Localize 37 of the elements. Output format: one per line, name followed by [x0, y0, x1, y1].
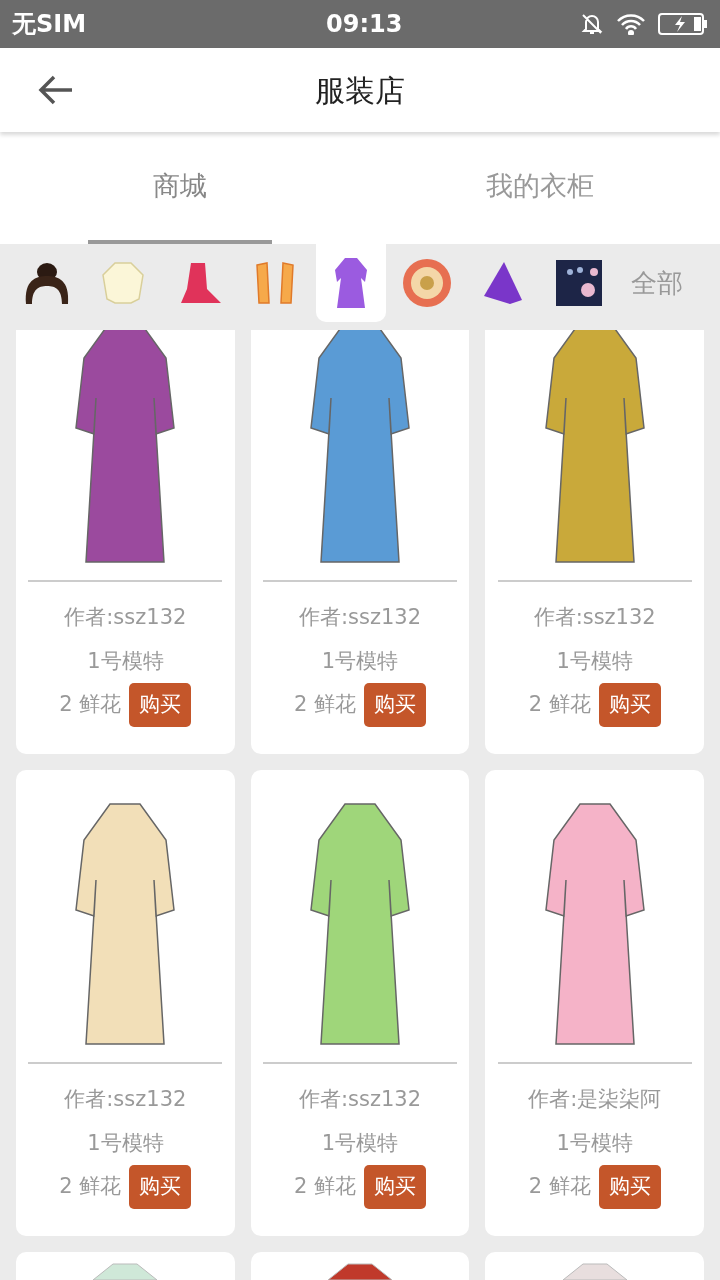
buy-button[interactable]: 购买	[364, 683, 426, 727]
author-text: 作者:ssz132	[64, 604, 187, 631]
price-text: 2 鲜花	[528, 691, 591, 719]
price-text: 2 鲜花	[59, 691, 122, 719]
page-title: 服装店	[315, 71, 405, 110]
scarf-icon	[482, 260, 524, 306]
buy-button[interactable]: 购买	[129, 1165, 192, 1209]
author-text: 作者:ssz132	[64, 1086, 187, 1113]
model-text: 1号模特	[321, 1129, 399, 1157]
price-text: 2 鲜花	[293, 1173, 356, 1201]
wifi-icon	[616, 13, 646, 35]
flower-icon	[401, 258, 453, 308]
model-text: 1号模特	[321, 647, 399, 675]
carrier-text: 无SIM	[12, 9, 87, 40]
model-text: 1号模特	[87, 1129, 164, 1157]
model-text: 1号模特	[556, 1129, 633, 1157]
tab[interactable]: 商城	[153, 132, 207, 240]
blouse-icon	[99, 259, 147, 307]
model-text: 1号模特	[87, 647, 164, 675]
bell-off-icon	[580, 12, 604, 36]
model-text: 1号模特	[556, 647, 633, 675]
author-text: 作者:ssz132	[298, 1086, 421, 1113]
floral-pattern-icon	[556, 260, 602, 306]
category-tab[interactable]: 全部	[620, 244, 694, 322]
buy-button[interactable]: 购买	[129, 683, 192, 727]
clock-text: 09:13	[326, 9, 403, 40]
price-text: 2 鲜花	[293, 691, 356, 719]
buy-button[interactable]: 购买	[598, 1165, 661, 1209]
tab[interactable]: 我的衣柜	[486, 132, 594, 240]
author-text: 作者:是柒柒阿	[528, 1086, 662, 1113]
price-text: 2 鲜花	[59, 1173, 122, 1201]
buy-button[interactable]: 购买	[364, 1165, 426, 1209]
price-text: 2 鲜花	[528, 1173, 591, 1201]
battery-charging-icon	[658, 12, 708, 36]
author-text: 作者:ssz132	[533, 604, 656, 631]
buy-button[interactable]: 购买	[598, 683, 661, 727]
author-text: 作者:ssz132	[298, 604, 421, 631]
